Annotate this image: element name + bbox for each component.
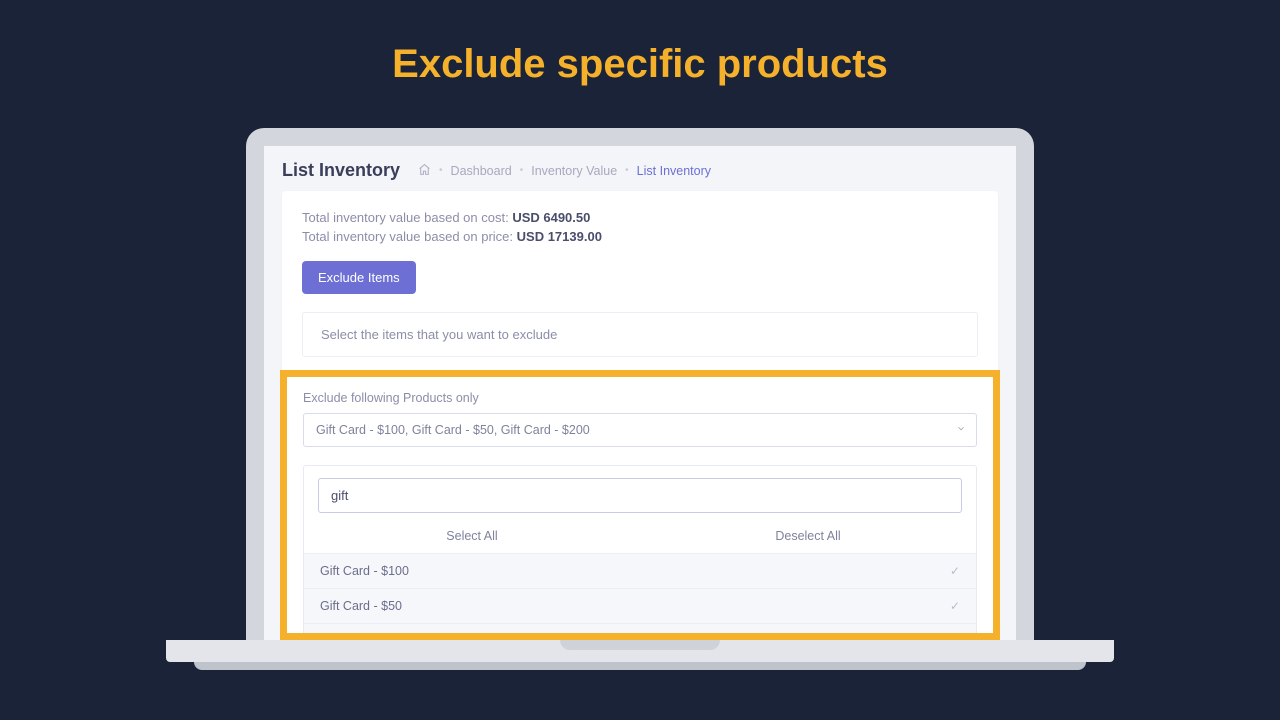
product-option-label: Gift Card - $50 xyxy=(320,599,402,613)
breadcrumb-list-inventory: List Inventory xyxy=(637,164,711,178)
instruction-text: Select the items that you want to exclud… xyxy=(321,327,959,342)
select-all-button[interactable]: Select All xyxy=(304,529,640,543)
product-option[interactable]: Gift Card - $200 ✓ xyxy=(304,623,976,633)
instruction-panel: Select the items that you want to exclud… xyxy=(302,312,978,357)
laptop-frame: List Inventory • Dashboard • Inventory V… xyxy=(246,128,1034,644)
product-dropdown-panel: Select All Deselect All Gift Card - $100… xyxy=(303,465,977,633)
breadcrumb-separator: • xyxy=(625,165,629,176)
app-surface: List Inventory • Dashboard • Inventory V… xyxy=(264,146,1016,644)
product-option[interactable]: Gift Card - $50 ✓ xyxy=(304,588,976,623)
check-icon: ✓ xyxy=(950,599,960,613)
highlight-box: Exclude following Products only Gift Car… xyxy=(280,370,1000,640)
exclude-products-section: Exclude following Products only Gift Car… xyxy=(287,377,993,633)
breadcrumb-separator: • xyxy=(439,165,443,176)
product-option-label: Gift Card - $100 xyxy=(320,564,409,578)
laptop-base xyxy=(166,640,1114,670)
summary-price-label: Total inventory value based on price: xyxy=(302,229,513,244)
selected-products-summary: Gift Card - $100, Gift Card - $50, Gift … xyxy=(316,423,590,437)
laptop-screen: List Inventory • Dashboard • Inventory V… xyxy=(246,128,1034,644)
summary-price-value: USD 17139.00 xyxy=(517,229,602,244)
breadcrumb: List Inventory • Dashboard • Inventory V… xyxy=(264,146,1016,191)
chevron-down-icon xyxy=(956,424,966,437)
product-search-input[interactable] xyxy=(318,478,962,513)
home-icon[interactable] xyxy=(418,163,431,178)
exclude-items-button[interactable]: Exclude Items xyxy=(302,261,416,294)
bulk-actions-row: Select All Deselect All xyxy=(304,523,976,553)
summary-cost-row: Total inventory value based on cost: USD… xyxy=(302,209,978,228)
laptop-base-top xyxy=(166,640,1114,662)
search-wrap xyxy=(304,466,976,523)
summary-cost-value: USD 6490.50 xyxy=(512,210,590,225)
product-option[interactable]: Gift Card - $100 ✓ xyxy=(304,553,976,588)
breadcrumb-inventory-value[interactable]: Inventory Value xyxy=(531,164,617,178)
summary-price-row: Total inventory value based on price: US… xyxy=(302,228,978,247)
laptop-notch xyxy=(560,640,720,650)
deselect-all-button[interactable]: Deselect All xyxy=(640,529,976,543)
summary-cost-label: Total inventory value based on cost: xyxy=(302,210,509,225)
laptop-base-bottom xyxy=(194,662,1086,670)
page-title: List Inventory xyxy=(282,160,400,181)
breadcrumb-dashboard[interactable]: Dashboard xyxy=(451,164,512,178)
exclude-section-title: Exclude following Products only xyxy=(303,391,977,405)
check-icon: ✓ xyxy=(950,564,960,578)
breadcrumb-separator: • xyxy=(520,165,524,176)
selected-products-select[interactable]: Gift Card - $100, Gift Card - $50, Gift … xyxy=(303,413,977,447)
page-headline: Exclude specific products xyxy=(0,0,1280,87)
